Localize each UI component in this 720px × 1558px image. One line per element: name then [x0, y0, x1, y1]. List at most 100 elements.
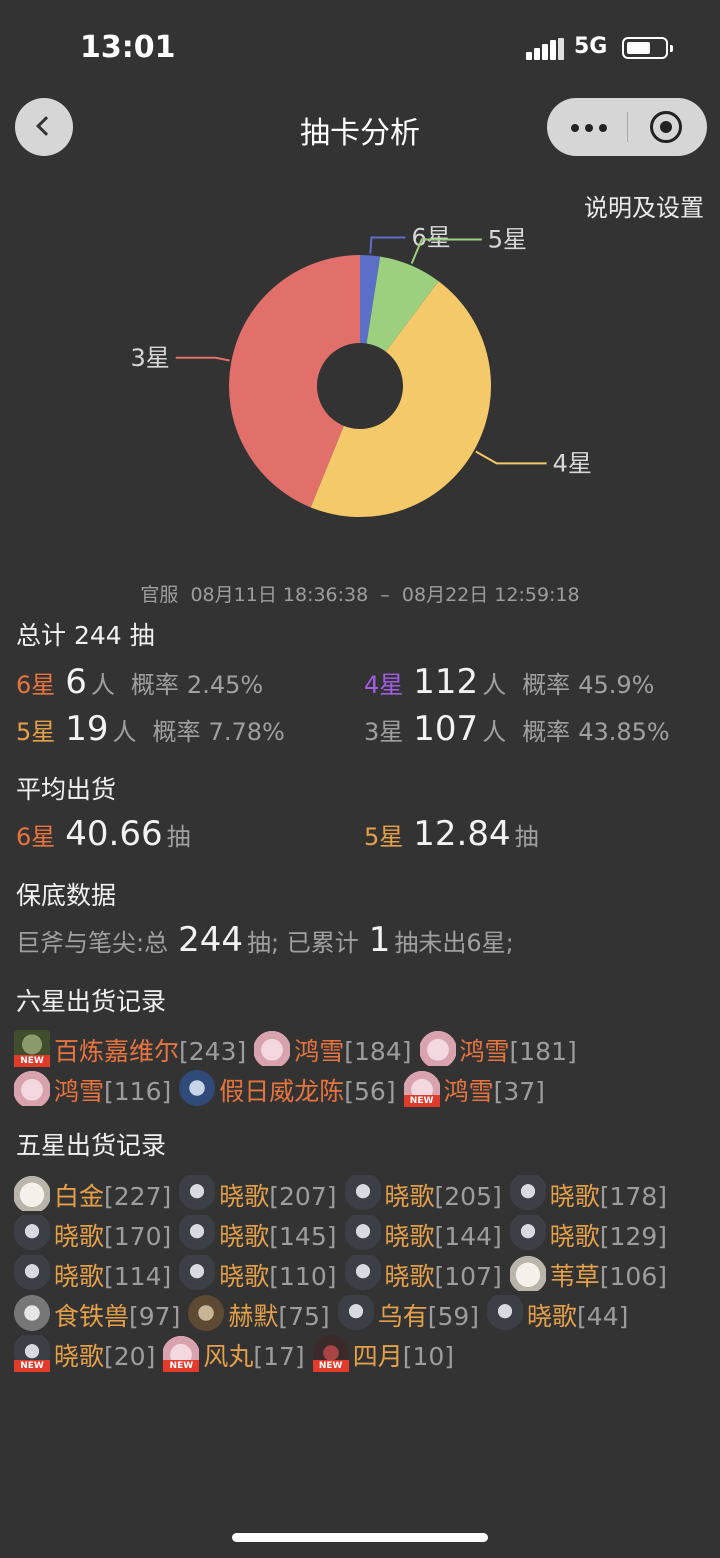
operator-name: 晓歌 — [527, 1302, 578, 1331]
pull-number: [207] — [269, 1182, 337, 1211]
avatar — [14, 1070, 50, 1106]
pity-current: 1 — [368, 920, 391, 960]
pull-number: [75] — [278, 1302, 330, 1331]
home-indicator — [232, 1533, 488, 1542]
pull-number: [129] — [599, 1222, 667, 1251]
operator-name: 假日威龙陈 — [219, 1077, 345, 1106]
record-item: 晓歌[110] — [179, 1255, 337, 1295]
gacha-donut-chart: 6星 5星 4星 3星 — [130, 223, 592, 517]
operator-name: 白金 — [54, 1182, 105, 1211]
avatar — [179, 1215, 216, 1251]
avatar — [179, 1070, 216, 1106]
average-title: 平均出货 — [16, 775, 117, 804]
network-type: 5G — [574, 34, 608, 59]
new-badge: NEW — [14, 1360, 50, 1372]
six-star-records: NEW 百炼嘉维尔[243] 鸿雪[184] 鸿雪[181]鸿雪[116] 假日威龙陈[… — [14, 1030, 714, 1110]
record-item: 乌有[59] — [337, 1295, 479, 1335]
operator-name: 晓歌 — [219, 1222, 270, 1251]
operator-name: 晓歌 — [54, 1222, 105, 1251]
star-label: 5星 — [364, 823, 404, 851]
operator-name: 赫默 — [228, 1302, 279, 1331]
avatar: NEW — [14, 1030, 50, 1067]
star-label: 6星 — [16, 823, 56, 851]
count-value: 6 — [65, 662, 87, 702]
avatar: NEW — [403, 1070, 440, 1107]
pull-number: [10] — [402, 1342, 455, 1371]
avatar — [14, 1215, 50, 1251]
avatar: NEW — [312, 1335, 349, 1372]
new-badge: NEW — [403, 1095, 440, 1107]
date-range: 官服 08月11日 18:36:38 – 08月22日 12:59:18 — [0, 580, 720, 607]
pity-mid-text: 抽; 已累计 — [247, 929, 359, 957]
record-item: 白金[227] — [14, 1175, 171, 1215]
record-item: 晓歌[144] — [344, 1215, 502, 1255]
slice-label-5星: 5星 — [488, 225, 527, 253]
pity-total: 244 — [178, 920, 243, 960]
record-item: 鸿雪[181] — [419, 1030, 577, 1070]
record-item: 晓歌[44] — [487, 1295, 628, 1335]
status-bar: 13:01 5G — [0, 0, 720, 96]
total-row-5star: 5星 19 人概率 7.78% — [16, 709, 285, 749]
range-separator: – — [380, 584, 390, 606]
avatar — [509, 1175, 546, 1211]
operator-name: 苇草 — [549, 1262, 600, 1291]
avatar — [344, 1175, 381, 1211]
total-row-3star: 3星 107 人概率 43.85% — [364, 709, 670, 749]
signal-icon — [526, 38, 564, 60]
operator-name: 百炼嘉维尔 — [54, 1037, 180, 1066]
operator-name: 风丸 — [203, 1342, 254, 1371]
operator-name: 鸿雪 — [54, 1077, 105, 1106]
leader-line-4星 — [475, 450, 547, 465]
prob-value: 7.78% — [208, 718, 285, 746]
pull-number: [178] — [599, 1182, 667, 1211]
avatar — [487, 1295, 524, 1331]
operator-name: 晓歌 — [384, 1182, 435, 1211]
operator-name: 晓歌 — [549, 1222, 600, 1251]
pull-number: [144] — [434, 1222, 502, 1251]
operator-name: 晓歌 — [54, 1262, 105, 1291]
record-item: 鸿雪[116] — [14, 1070, 171, 1110]
operator-name: 晓歌 — [54, 1342, 105, 1371]
range-end: 08月22日 12:59:18 — [401, 584, 580, 606]
pity-tail-text: 抽未出6星; — [394, 929, 514, 957]
pool-name: 巨斧与笔尖:总 — [16, 929, 169, 957]
record-item: 鸿雪[184] — [254, 1030, 412, 1070]
pull-number: [205] — [434, 1182, 502, 1211]
record-item: 晓歌[114] — [14, 1255, 171, 1295]
prob-label: 概率 — [152, 718, 201, 746]
more-icon[interactable] — [571, 124, 607, 132]
leader-line-3星 — [175, 356, 230, 362]
operator-name: 乌有 — [377, 1302, 428, 1331]
slice-label-6星: 6星 — [411, 223, 450, 251]
avatar: NEW — [14, 1335, 50, 1372]
average-value: 12.84 — [413, 814, 511, 854]
close-target-icon[interactable] — [650, 111, 682, 143]
slice-label-3星: 3星 — [130, 344, 169, 372]
pull-number: [243] — [179, 1037, 247, 1066]
operator-name: 鸿雪 — [459, 1037, 510, 1066]
pull-number: [44] — [577, 1302, 629, 1331]
star-label: 5星 — [16, 718, 56, 746]
operator-name: 食铁兽 — [54, 1302, 130, 1331]
operator-name: 晓歌 — [384, 1262, 435, 1291]
count-value: 19 — [65, 709, 109, 749]
server-label: 官服 — [140, 584, 179, 606]
operator-name: 晓歌 — [219, 1182, 270, 1211]
count-value: 107 — [413, 709, 479, 749]
record-item: 假日威龙陈[56] — [179, 1070, 396, 1110]
capsule-divider — [627, 112, 628, 142]
prob-label: 概率 — [522, 671, 571, 699]
record-item: 晓歌[207] — [179, 1175, 337, 1215]
range-start: 08月11日 18:36:38 — [190, 584, 369, 606]
miniprogram-capsule — [547, 98, 707, 156]
pull-number: [56] — [344, 1077, 396, 1106]
average-row-6star: 6星 40.66 抽 — [16, 814, 191, 854]
leader-line-6星 — [369, 236, 406, 254]
pity-row: 巨斧与笔尖:总 244 抽; 已累计 1 抽未出6星; — [16, 920, 514, 960]
six-star-records-title: 六星出货记录 — [16, 987, 167, 1016]
five-star-records-title: 五星出货记录 — [16, 1131, 167, 1160]
record-item: NEW 四月[10] — [312, 1335, 455, 1375]
operator-name: 晓歌 — [219, 1262, 270, 1291]
avatar — [14, 1175, 50, 1211]
record-item: 苇草[106] — [509, 1255, 667, 1295]
